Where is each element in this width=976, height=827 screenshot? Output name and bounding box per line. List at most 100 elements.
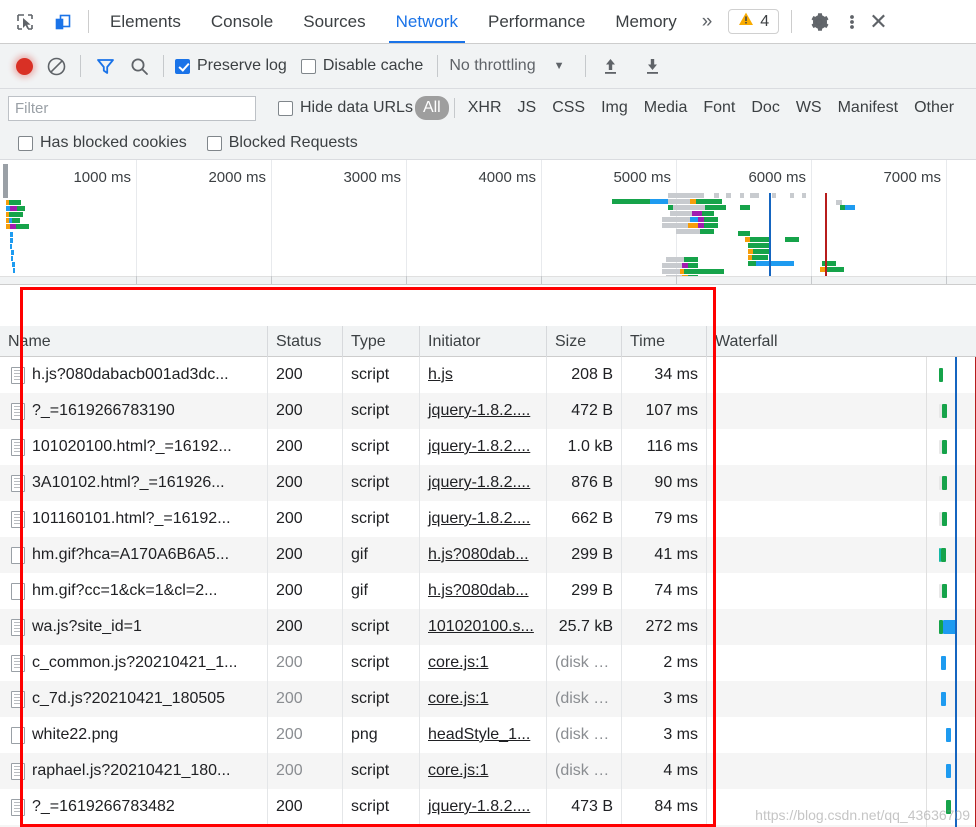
type-filter-media[interactable]: Media bbox=[636, 96, 696, 120]
cell-initiator[interactable]: core.js:1 bbox=[420, 681, 547, 717]
search-icon[interactable] bbox=[122, 49, 156, 83]
type-filter-css[interactable]: CSS bbox=[544, 96, 593, 120]
preserve-log-checkbox[interactable]: Preserve log bbox=[175, 57, 287, 75]
type-filter-img[interactable]: Img bbox=[593, 96, 636, 120]
table-row[interactable]: c_common.js?20210421_1... 200 script core.j… bbox=[0, 645, 976, 681]
table-row[interactable]: white22.png 200 png headStyle_1... (disk c..… bbox=[0, 717, 976, 753]
overview-scrollband[interactable] bbox=[0, 276, 976, 284]
table-row[interactable]: hm.gif?hca=A170A6B6A5... 200 gif h.js?080da… bbox=[0, 537, 976, 573]
gear-icon[interactable] bbox=[798, 0, 840, 43]
column-header-status[interactable]: Status bbox=[268, 326, 343, 357]
preserve-log-checkbox-box[interactable] bbox=[175, 58, 190, 74]
network-overview-timeline[interactable]: 1000 ms 2000 ms 3000 ms 4000 ms 5000 ms 6000 … bbox=[0, 160, 976, 285]
tab-memory[interactable]: Memory bbox=[600, 0, 691, 43]
cell-initiator[interactable]: h.js?080dab... bbox=[420, 573, 547, 609]
type-filter-all[interactable]: All bbox=[414, 96, 449, 120]
record-button[interactable] bbox=[16, 57, 33, 75]
cell-name[interactable]: h.js?080dabacb001ad3dc... bbox=[0, 357, 268, 393]
table-row[interactable]: wa.js?site_id=1 200 script 101020100.s... 25… bbox=[0, 609, 976, 645]
type-filter-doc[interactable]: Doc bbox=[743, 96, 787, 120]
cell-initiator[interactable]: h.js bbox=[420, 357, 547, 393]
cell-initiator[interactable]: core.js:1 bbox=[420, 645, 547, 681]
column-header-type[interactable]: Type bbox=[343, 326, 420, 357]
overview-left-handle[interactable] bbox=[3, 164, 8, 198]
column-header-waterfall[interactable]: Waterfall bbox=[707, 326, 976, 357]
cell-name[interactable]: white22.png bbox=[0, 717, 268, 753]
initiator-link[interactable]: jquery-1.8.2.... bbox=[428, 474, 530, 491]
column-header-time[interactable]: Time bbox=[622, 326, 707, 357]
cell-name[interactable]: 101160101.html?_=16192... bbox=[0, 501, 268, 537]
initiator-link[interactable]: headStyle_1... bbox=[428, 726, 530, 743]
blocked-requests-checkbox[interactable]: Blocked Requests bbox=[206, 134, 358, 152]
initiator-link[interactable]: jquery-1.8.2.... bbox=[428, 438, 530, 455]
tab-network[interactable]: Network bbox=[381, 0, 473, 43]
cell-name[interactable]: ?_=1619266783190 bbox=[0, 393, 268, 429]
cell-name[interactable]: raphael.js?20210421_180... bbox=[0, 753, 268, 789]
cell-name[interactable]: 101020100.html?_=16192... bbox=[0, 429, 268, 465]
tab-performance[interactable]: Performance bbox=[473, 0, 600, 43]
cell-name[interactable]: hm.gif?cc=1&ck=1&cl=2... bbox=[0, 573, 268, 609]
initiator-link[interactable]: core.js:1 bbox=[428, 762, 488, 779]
warning-count-badge[interactable]: 4 bbox=[728, 9, 780, 34]
column-header-initiator[interactable]: Initiator bbox=[420, 326, 547, 357]
initiator-link[interactable]: h.js?080dab... bbox=[428, 546, 529, 563]
filter-input[interactable] bbox=[8, 95, 256, 121]
more-tabs-chevron-icon[interactable]: » bbox=[692, 0, 723, 43]
table-row[interactable]: hm.gif?cc=1&ck=1&cl=2... 200 gif h.js?080da… bbox=[0, 573, 976, 609]
cell-initiator[interactable]: 101020100.s... bbox=[420, 609, 547, 645]
hide-data-urls-checkbox[interactable]: Hide data URLs bbox=[278, 99, 413, 117]
initiator-link[interactable]: core.js:1 bbox=[428, 690, 488, 707]
export-har-icon[interactable] bbox=[635, 49, 669, 83]
disable-cache-checkbox[interactable]: Disable cache bbox=[300, 57, 423, 75]
import-har-icon[interactable] bbox=[593, 49, 627, 83]
more-options-icon[interactable] bbox=[840, 0, 864, 43]
cell-initiator[interactable]: jquery-1.8.2.... bbox=[420, 393, 547, 429]
table-row[interactable]: 101160101.html?_=16192... 200 script jquery… bbox=[0, 501, 976, 537]
initiator-link[interactable]: jquery-1.8.2.... bbox=[428, 798, 530, 815]
cell-initiator[interactable]: jquery-1.8.2.... bbox=[420, 429, 547, 465]
type-filter-manifest[interactable]: Manifest bbox=[830, 96, 906, 120]
cell-initiator[interactable]: core.js:1 bbox=[420, 753, 547, 789]
device-toolbar-icon[interactable] bbox=[44, 0, 82, 43]
throttling-select[interactable]: No throttling bbox=[449, 57, 535, 75]
table-row[interactable]: 3A10102.html?_=161926... 200 script jquery-… bbox=[0, 465, 976, 501]
initiator-link[interactable]: 101020100.s... bbox=[428, 618, 534, 635]
column-header-size[interactable]: Size bbox=[547, 326, 622, 357]
table-row[interactable]: raphael.js?20210421_180... 200 script core.… bbox=[0, 753, 976, 789]
cell-name[interactable]: ?_=1619266783482 bbox=[0, 789, 268, 825]
type-filter-ws[interactable]: WS bbox=[788, 96, 830, 120]
cell-initiator[interactable]: jquery-1.8.2.... bbox=[420, 789, 547, 825]
blocked-requests-checkbox-box[interactable] bbox=[206, 135, 222, 151]
initiator-link[interactable]: h.js?080dab... bbox=[428, 582, 529, 599]
disable-cache-checkbox-box[interactable] bbox=[300, 58, 316, 74]
tab-elements[interactable]: Elements bbox=[95, 0, 196, 43]
has-blocked-cookies-checkbox[interactable]: Has blocked cookies bbox=[18, 134, 187, 152]
type-filter-font[interactable]: Font bbox=[695, 96, 743, 120]
cell-name[interactable]: wa.js?site_id=1 bbox=[0, 609, 268, 645]
has-blocked-cookies-checkbox-box[interactable] bbox=[18, 135, 33, 151]
column-header-name[interactable]: Name bbox=[0, 326, 268, 357]
type-filter-js[interactable]: JS bbox=[510, 96, 545, 120]
tab-console[interactable]: Console bbox=[196, 0, 288, 43]
initiator-link[interactable]: jquery-1.8.2.... bbox=[428, 402, 530, 419]
cell-name[interactable]: hm.gif?hca=A170A6B6A5... bbox=[0, 537, 268, 573]
inspect-cursor-icon[interactable] bbox=[6, 0, 44, 43]
initiator-link[interactable]: core.js:1 bbox=[428, 654, 488, 671]
table-row[interactable]: 101020100.html?_=16192... 200 script jquery… bbox=[0, 429, 976, 465]
initiator-link[interactable]: jquery-1.8.2.... bbox=[428, 510, 530, 527]
initiator-link[interactable]: h.js bbox=[428, 366, 453, 383]
cell-initiator[interactable]: jquery-1.8.2.... bbox=[420, 465, 547, 501]
table-row[interactable]: h.js?080dabacb001ad3dc... 200 script h.js 20… bbox=[0, 357, 976, 393]
cell-initiator[interactable]: jquery-1.8.2.... bbox=[420, 501, 547, 537]
type-filter-other[interactable]: Other bbox=[906, 96, 962, 120]
cell-name[interactable]: c_common.js?20210421_1... bbox=[0, 645, 268, 681]
cell-name[interactable]: c_7d.js?20210421_180505 bbox=[0, 681, 268, 717]
table-row[interactable]: ?_=1619266783190 200 script jquery-1.8.2...… bbox=[0, 393, 976, 429]
type-filter-xhr[interactable]: XHR bbox=[460, 96, 510, 120]
table-row[interactable]: ?_=1619266783482 200 script jquery-1.8.2...… bbox=[0, 789, 976, 825]
hide-data-urls-checkbox-box[interactable] bbox=[278, 100, 293, 116]
close-icon[interactable]: ✕ bbox=[864, 0, 892, 43]
clear-button[interactable] bbox=[39, 49, 73, 83]
cell-name[interactable]: 3A10102.html?_=161926... bbox=[0, 465, 268, 501]
cell-initiator[interactable]: h.js?080dab... bbox=[420, 537, 547, 573]
